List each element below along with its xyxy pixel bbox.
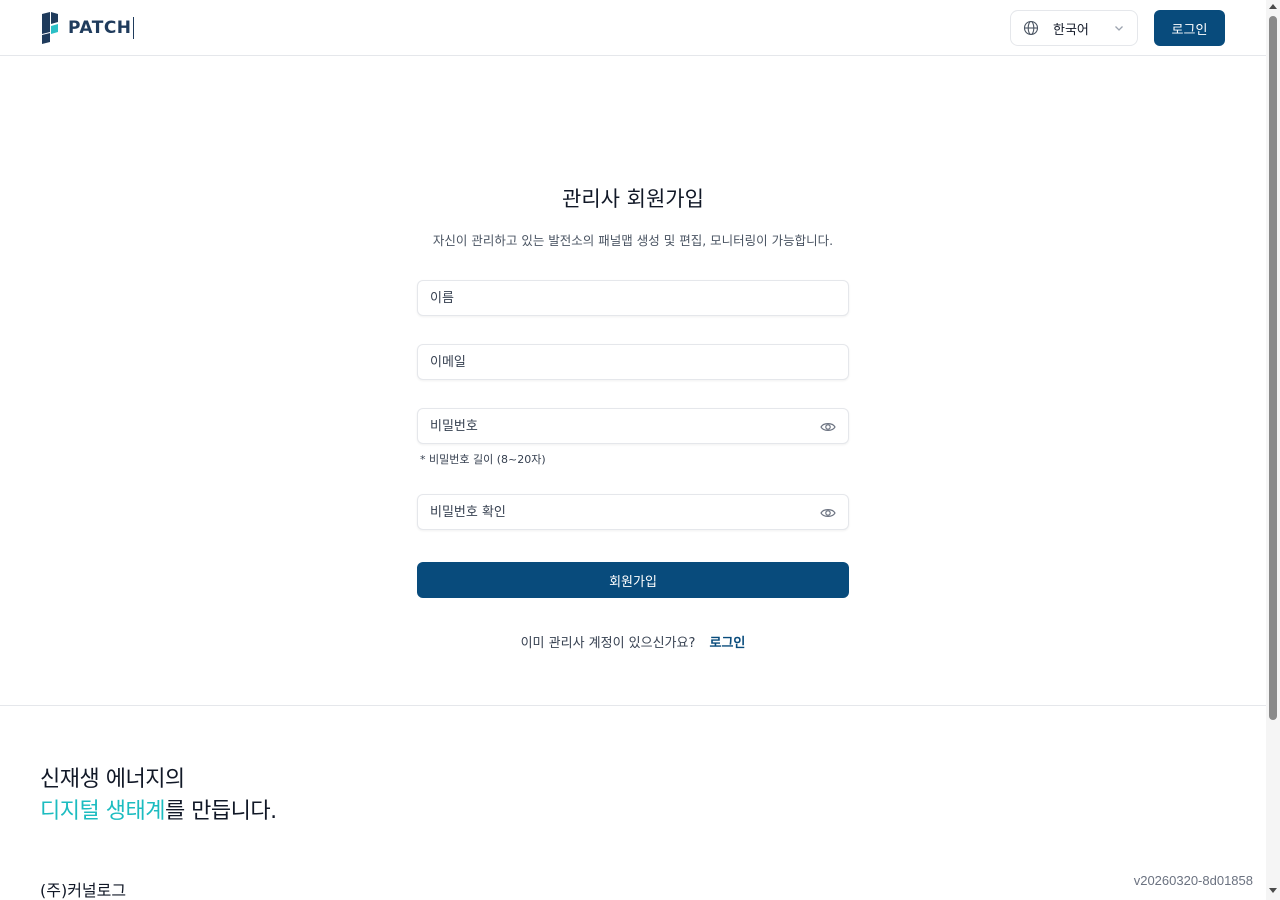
header: PATCH 한국어 로그인 — [0, 0, 1266, 56]
patch-logo[interactable]: PATCH — [40, 12, 134, 44]
chevron-down-icon — [1115, 26, 1123, 31]
password-field[interactable] — [417, 408, 849, 444]
page-title: 관리사 회원가입 — [562, 187, 704, 211]
login-prompt-text: 이미 관리사 계정이 있으신가요? — [520, 636, 696, 651]
footer-slogan: 신재생 에너지의 디지털 생태계를 만듭니다. — [40, 764, 277, 828]
password-input[interactable] — [418, 409, 848, 443]
slogan-accent: 디지털 생태계 — [40, 799, 165, 824]
login-link[interactable]: 로그인 — [710, 636, 746, 651]
password-confirm-field[interactable] — [417, 494, 849, 530]
scroll-down-arrow-icon[interactable] — [1269, 888, 1277, 893]
email-field[interactable] — [417, 344, 849, 380]
eye-icon[interactable] — [820, 420, 836, 434]
login-prompt-row: 이미 관리사 계정이 있으신가요? 로그인 — [0, 632, 1266, 651]
language-select[interactable]: 한국어 — [1010, 10, 1138, 46]
password-hint: * 비밀번호 길이 (8~20자) — [420, 453, 546, 466]
slogan-rest: 를 만듭니다. — [164, 799, 277, 824]
patch-logo-icon — [42, 12, 58, 44]
slogan-line1: 신재생 에너지의 — [40, 767, 185, 792]
globe-icon — [1023, 20, 1039, 36]
slogan-line2: 디지털 생태계를 만듭니다. — [40, 796, 277, 828]
eye-icon[interactable] — [820, 506, 836, 520]
version-label: v20260320-8d01858 — [1133, 873, 1253, 888]
footer-divider — [0, 705, 1266, 706]
scrollbar-thumb[interactable] — [1269, 16, 1277, 720]
page-subtitle: 자신이 관리하고 있는 발전소의 패널맵 생성 및 편집, 모니터링이 가능합니… — [432, 233, 834, 248]
header-login-button[interactable]: 로그인 — [1154, 10, 1225, 46]
email-input[interactable] — [418, 345, 848, 379]
name-input[interactable] — [418, 281, 848, 315]
page-scrollbar[interactable] — [1266, 0, 1280, 900]
company-name: (주)커널로그 — [40, 881, 127, 900]
name-field[interactable] — [417, 280, 849, 316]
scroll-up-arrow-icon[interactable] — [1269, 4, 1277, 9]
language-label: 한국어 — [1053, 22, 1089, 38]
signup-submit-button[interactable]: 회원가입 — [417, 562, 849, 598]
logo-text: PATCH — [68, 17, 134, 39]
password-confirm-input[interactable] — [418, 495, 848, 529]
